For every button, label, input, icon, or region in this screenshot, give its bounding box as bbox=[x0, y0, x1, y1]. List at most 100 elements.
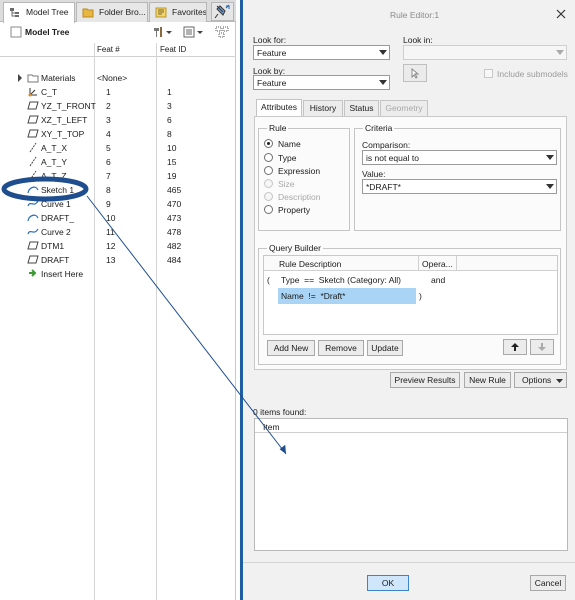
update-button[interactable]: Update bbox=[367, 340, 403, 356]
feat-num-column-header[interactable]: Feat # bbox=[97, 45, 120, 54]
tree-row-yz-t-front[interactable]: YZ_T_FRONT 2 3 bbox=[0, 99, 236, 113]
tree-row-fid: 1 bbox=[167, 87, 172, 97]
dialog-title-bar: Rule Editor:1 bbox=[243, 0, 575, 30]
options-button-label: Options bbox=[522, 375, 552, 385]
comparison-select[interactable]: is not equal to bbox=[362, 150, 557, 165]
tree-tab-bar: Model Tree Folder Bro... Favorites bbox=[0, 0, 236, 23]
column-divider bbox=[418, 256, 419, 271]
tree-row-c-t[interactable]: C_T 1 1 bbox=[0, 85, 236, 99]
query-row-selected[interactable]: Name != *Draft* ) bbox=[264, 288, 557, 304]
settings-tools-icon[interactable] bbox=[152, 26, 166, 38]
close-icon[interactable] bbox=[555, 8, 567, 20]
tree-row-materials[interactable]: Materials <None> bbox=[0, 71, 236, 85]
new-rule-button[interactable]: New Rule bbox=[464, 372, 511, 388]
tree-row-fid: 482 bbox=[167, 241, 182, 251]
preview-results-button[interactable]: Preview Results bbox=[390, 372, 460, 388]
arrow-up-icon bbox=[511, 343, 519, 351]
pin-icon bbox=[214, 4, 230, 19]
tab-folder-browser-label: Folder Bro... bbox=[99, 7, 146, 17]
move-up-button[interactable] bbox=[503, 339, 527, 355]
chevron-down-icon[interactable] bbox=[166, 26, 172, 38]
value-select[interactable]: *DRAFT* bbox=[362, 179, 557, 194]
model-tree-root-icon bbox=[10, 26, 22, 38]
tab-favorites[interactable]: Favorites bbox=[149, 2, 207, 22]
look-for-label: Look for: bbox=[253, 35, 287, 45]
radio-dot bbox=[264, 205, 273, 214]
tree-row-feat: <None> bbox=[97, 73, 128, 83]
tree-row-fid: 473 bbox=[167, 213, 182, 223]
select-from-model-button[interactable] bbox=[403, 64, 427, 82]
tree-row-xz-t-left[interactable]: XZ_T_LEFT 3 6 bbox=[0, 113, 236, 127]
tree-row-feat: 8 bbox=[106, 185, 111, 195]
tree-filters-icon[interactable] bbox=[215, 26, 229, 38]
ok-button[interactable]: OK bbox=[367, 575, 409, 591]
radio-name-label: Name bbox=[278, 139, 301, 149]
look-by-select[interactable]: Feature bbox=[253, 75, 390, 90]
remove-button[interactable]: Remove bbox=[318, 340, 364, 356]
dialog-button-bar: OK Cancel bbox=[243, 562, 575, 600]
tree-row-fid: 465 bbox=[167, 185, 182, 195]
rule-description-column-header[interactable]: Rule Description bbox=[279, 259, 341, 269]
radio-description-label: Description bbox=[278, 192, 321, 202]
coordinate-system-icon bbox=[28, 88, 37, 97]
tab-folder-browser[interactable]: Folder Bro... bbox=[76, 2, 148, 22]
datum-axis-icon bbox=[29, 142, 37, 153]
cursor-arrow-icon bbox=[411, 68, 420, 79]
query-row-text: Name != *Draft* bbox=[281, 291, 346, 301]
column-divider bbox=[456, 256, 457, 271]
model-tree-icon bbox=[10, 8, 19, 17]
tab-attributes[interactable]: Attributes bbox=[256, 99, 302, 117]
options-button[interactable]: Options bbox=[514, 372, 567, 388]
cancel-button[interactable]: Cancel bbox=[530, 575, 566, 591]
tab-history[interactable]: History bbox=[303, 100, 343, 116]
tree-row-a-t-y[interactable]: A_T_Y 6 15 bbox=[0, 155, 236, 169]
item-column-header[interactable]: Item bbox=[263, 422, 280, 432]
tree-row-a-t-z[interactable]: A_T_Z 7 19 bbox=[0, 169, 236, 183]
tree-row-name: Materials bbox=[41, 73, 76, 83]
query-row[interactable]: ( Type == Sketch (Category: All) and bbox=[264, 272, 557, 287]
expand-arrow-icon[interactable] bbox=[17, 74, 23, 82]
look-in-select[interactable] bbox=[403, 45, 567, 60]
pin-panel-button[interactable] bbox=[211, 2, 234, 21]
radio-size-label: Size bbox=[278, 179, 295, 189]
sketch-icon bbox=[27, 214, 39, 222]
tree-row-name: YZ_T_FRONT bbox=[41, 101, 96, 111]
look-for-select[interactable]: Feature bbox=[253, 45, 390, 60]
tab-model-tree[interactable]: Model Tree bbox=[3, 2, 75, 23]
tree-row-fid: 470 bbox=[167, 199, 182, 209]
chevron-down-icon[interactable] bbox=[197, 26, 203, 38]
tree-row-curve-2[interactable]: Curve 2 11 478 bbox=[0, 225, 236, 239]
datum-plane-icon bbox=[27, 101, 39, 110]
tree-row-draft[interactable]: DRAFT 13 484 bbox=[0, 253, 236, 267]
chevron-down-icon bbox=[379, 80, 387, 85]
radio-dot bbox=[264, 153, 273, 162]
show-columns-icon[interactable] bbox=[183, 26, 197, 38]
tree-row-a-t-x[interactable]: A_T_X 5 10 bbox=[0, 141, 236, 155]
add-new-button[interactable]: Add New bbox=[267, 340, 315, 356]
results-list[interactable]: Item bbox=[254, 418, 568, 551]
tree-row-insert-here[interactable]: Insert Here bbox=[0, 267, 236, 281]
datum-axis-icon bbox=[29, 156, 37, 167]
tree-row-fid: 10 bbox=[167, 143, 177, 153]
tree-row-draft-underscore[interactable]: DRAFT_ 10 473 bbox=[0, 211, 236, 225]
tree-row-sketch-1[interactable]: Sketch 1 8 465 bbox=[0, 183, 236, 197]
query-open-paren: ( bbox=[267, 275, 270, 285]
tree-row-xy-t-top[interactable]: XY_T_TOP 4 8 bbox=[0, 127, 236, 141]
look-by-value: Feature bbox=[257, 78, 287, 88]
tree-row-feat: 11 bbox=[106, 227, 115, 237]
tab-status[interactable]: Status bbox=[344, 100, 379, 116]
tree-row-name: DRAFT_ bbox=[41, 213, 75, 223]
include-submodels-checkbox[interactable] bbox=[484, 69, 493, 78]
feat-id-column-header[interactable]: Feat ID bbox=[160, 45, 186, 54]
operator-column-header[interactable]: Opera... bbox=[422, 259, 453, 269]
tree-row-name: A_T_Y bbox=[41, 157, 67, 167]
radio-expression-label: Expression bbox=[278, 166, 321, 176]
tab-geometry[interactable]: Geometry bbox=[380, 100, 428, 116]
move-down-button[interactable] bbox=[530, 339, 554, 355]
tree-row-name: XY_T_TOP bbox=[41, 129, 85, 139]
sketch-icon bbox=[27, 186, 39, 194]
tree-row-dtm1[interactable]: DTM1 12 482 bbox=[0, 239, 236, 253]
chevron-down-icon bbox=[546, 155, 554, 160]
tree-row-curve-1[interactable]: Curve 1 9 470 bbox=[0, 197, 236, 211]
radio-dot bbox=[264, 139, 273, 148]
